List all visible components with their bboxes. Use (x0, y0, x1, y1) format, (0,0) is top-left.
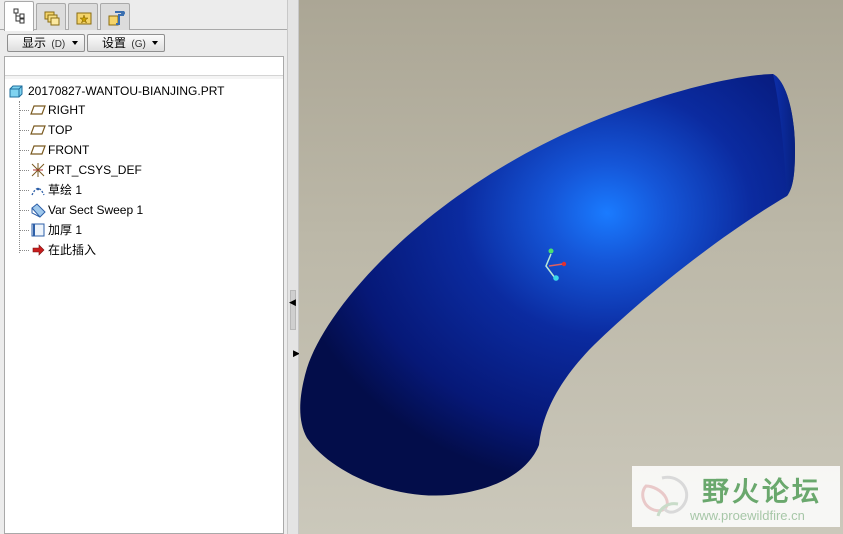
tree-item-label: RIGHT (48, 103, 86, 117)
forum-logo-icon (641, 475, 689, 517)
tree-item-label: Var Sect Sweep 1 (48, 203, 144, 217)
tree-item-label: 加厚 1 (48, 223, 83, 237)
var-sect-sweep-icon (31, 203, 46, 218)
panel-splitter[interactable]: ◀ ▶ (287, 0, 300, 534)
tree-connector-stub (19, 150, 29, 151)
display-button-label: 显示 (22, 36, 47, 50)
connections-icon (108, 11, 125, 26)
thicken-icon (31, 223, 45, 237)
datum-plane-icon (30, 125, 46, 135)
navigator-tab-strip (0, 0, 287, 31)
model-tree-icon (13, 8, 25, 24)
watermark-url: www.proewildfire.cn (690, 508, 805, 523)
display-button-accel: (D) (51, 39, 66, 50)
watermark-title: 野火论坛 (702, 477, 822, 508)
navigator-toolbar: 显示 (D) 设置 (G) (0, 31, 287, 55)
datum-plane-icon (30, 145, 46, 155)
model-tree-divider (5, 76, 283, 79)
tree-connector-stub (19, 210, 29, 211)
tab-model-tree[interactable] (4, 1, 34, 31)
tab-favorites[interactable] (68, 3, 98, 30)
favorites-icon (76, 12, 92, 25)
elbow-pipe-body[interactable] (300, 74, 795, 496)
display-dropdown-button[interactable]: 显示 (D) (7, 34, 85, 52)
tab-folder-browser[interactable] (36, 3, 66, 30)
tree-item-label: 在此插入 (48, 243, 97, 257)
model-tree-header (5, 57, 283, 76)
sketch-icon (31, 187, 45, 196)
collapse-left-icon[interactable]: ◀ (289, 297, 296, 308)
tree-connector-stub (19, 190, 29, 191)
part-icon (9, 85, 23, 98)
tree-connector-stub (19, 230, 29, 231)
tree-connector-stub (19, 130, 29, 131)
graphics-viewport[interactable] (299, 0, 843, 534)
settings-button-label: 设置 (102, 36, 127, 50)
tree-connector-stub (19, 110, 29, 111)
settings-button-accel: (G) (131, 39, 146, 50)
splitter-grip[interactable] (290, 290, 296, 330)
chevron-down-icon (72, 41, 78, 45)
insert-here-arrow-icon (32, 244, 45, 256)
tree-connector-stub (19, 250, 29, 251)
model-render (300, 74, 795, 496)
settings-dropdown-button[interactable]: 设置 (G) (87, 34, 165, 52)
tree-item-label: PRT_CSYS_DEF (48, 163, 142, 177)
forum-watermark: 野火论坛 www.proewildfire.cn (632, 466, 840, 527)
tree-item-label: 草绘 1 (48, 183, 83, 197)
coordinate-system-icon (31, 163, 45, 177)
model-tree: 20170827-WANTOU-BIANJING.PRT RIGHT TOP F… (4, 56, 284, 534)
tree-connector-stub (19, 170, 29, 171)
folder-browser-icon (44, 11, 60, 26)
chevron-down-icon (152, 41, 158, 45)
tree-root-label: 20170827-WANTOU-BIANJING.PRT (28, 84, 225, 98)
tab-connections[interactable] (100, 3, 130, 30)
tree-item-label: TOP (48, 123, 73, 137)
tree-item-label: FRONT (48, 143, 90, 157)
datum-plane-icon (30, 105, 46, 115)
navigator-panel: 显示 (D) 设置 (G) 20170827-WANTOU-BIANJING.P… (0, 0, 287, 534)
